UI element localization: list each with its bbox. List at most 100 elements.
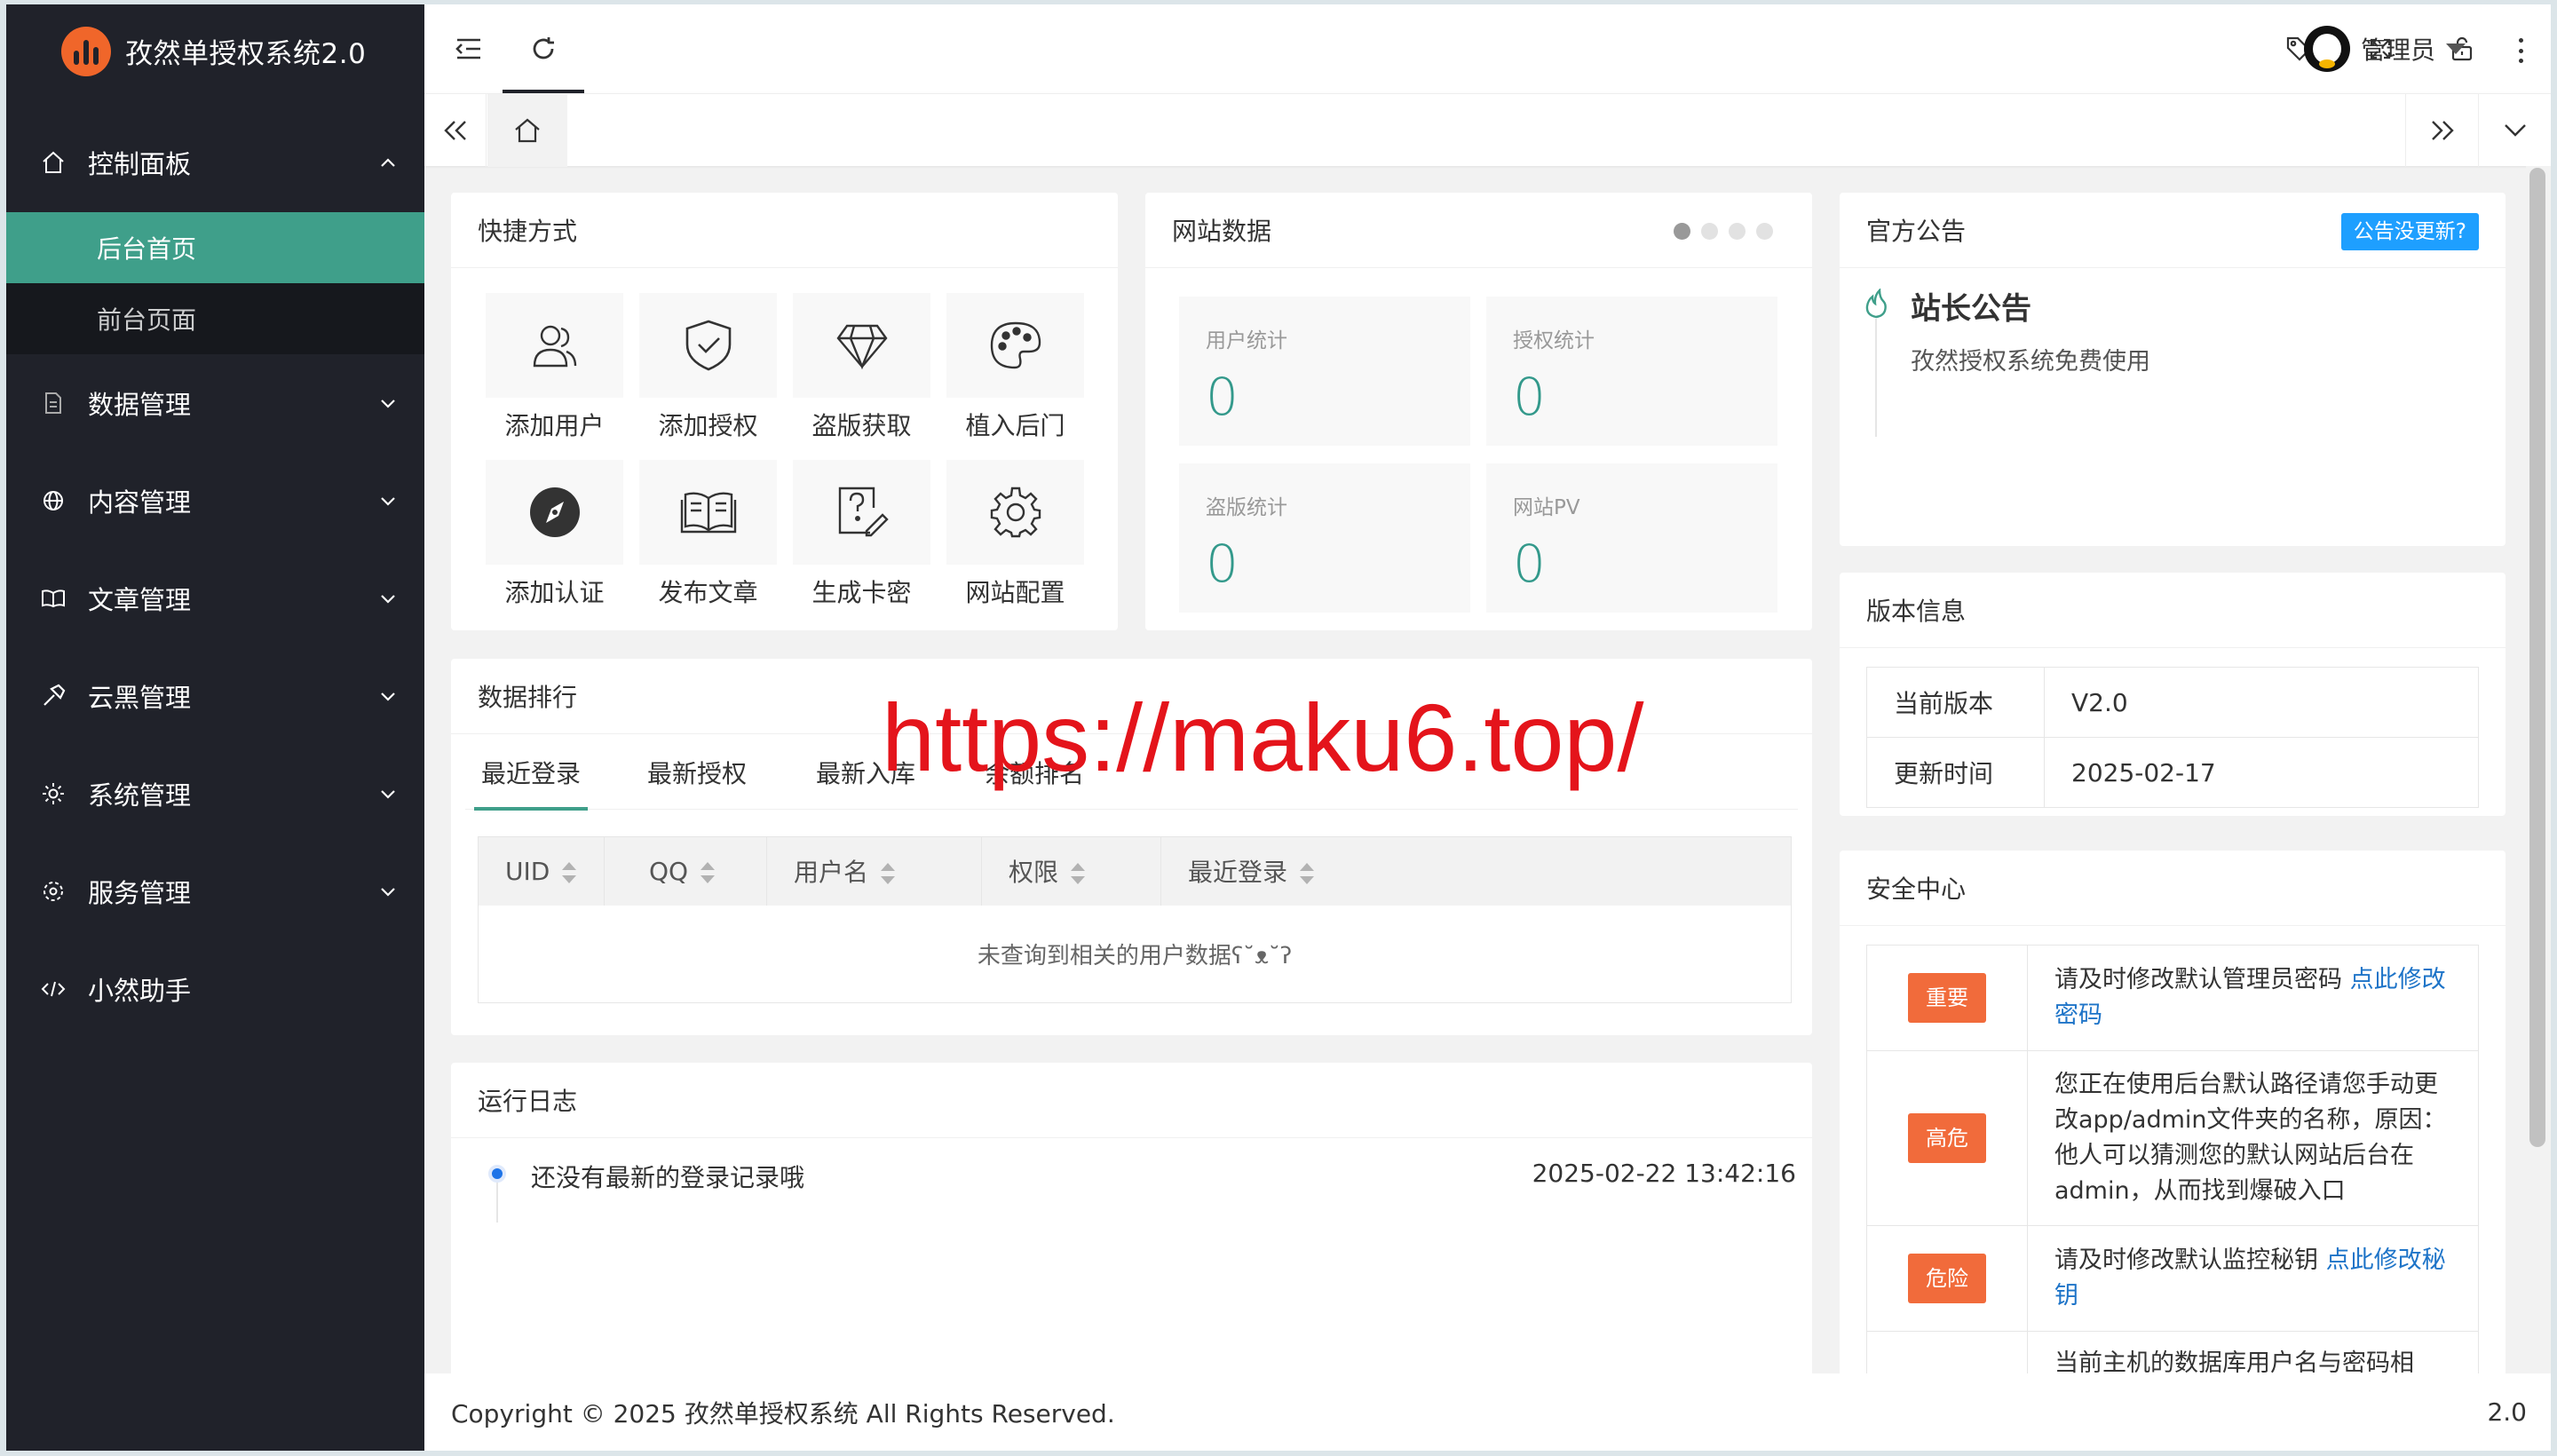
status-badge: 高危: [1908, 1113, 1986, 1163]
carousel-indicators[interactable]: [1674, 223, 1773, 240]
caret-down-icon: [2446, 44, 2466, 54]
column-header-permission[interactable]: 权限: [981, 836, 1161, 906]
chevron-up-icon: [381, 158, 395, 167]
main-scrollbar[interactable]: [2526, 166, 2551, 1373]
table-row: 重要 请及时修改默认管理员密码 点此修改密码: [1866, 945, 2479, 1051]
status-badge: 重要: [1908, 973, 1986, 1023]
sort-icon[interactable]: [881, 862, 896, 885]
shield-check-icon: [685, 320, 731, 371]
card-title: 运行日志: [451, 1063, 1812, 1138]
shortcut-site-config[interactable]: 网站配置: [946, 460, 1084, 609]
hammer-icon: [40, 683, 67, 709]
empty-row: 未查询到相关的用户数据ʕ˘ᴥ˘ʔ: [479, 906, 1792, 1003]
refresh-button[interactable]: [503, 4, 584, 93]
sidebar-item-label: 云黑管理: [88, 683, 192, 713]
watermark-text: https://maku6.top/: [882, 684, 1644, 791]
scrollbar-thumb[interactable]: [2529, 168, 2545, 1147]
chevron-down-icon: [381, 888, 395, 897]
footer: Copyright © 2025 孜然单授权系统 All Rights Rese…: [424, 1373, 2551, 1451]
ranking-table: UID QQ 用户名 权限 最近登录 未查询到相关的用户数据ʕ˘ᴥ˘ʔ: [478, 836, 1792, 1003]
chevron-down-icon: [381, 790, 395, 799]
card-title: 快捷方式: [451, 193, 1118, 268]
sidebar-item-assistant[interactable]: 小然助手: [6, 940, 424, 1038]
tab-home[interactable]: [487, 94, 567, 167]
user-menu[interactable]: 管理员: [2303, 4, 2466, 93]
status-badge: 危险: [1908, 1254, 1986, 1303]
timeline-line: [1875, 313, 1877, 437]
table-row: 危险 请及时修改默认监控秘钥 点此修改秘钥: [1866, 1225, 2479, 1332]
stat-pv: 网站PV 0: [1486, 463, 1777, 613]
sidebar-item-service[interactable]: 服务管理: [6, 843, 424, 940]
log-entry-time: 2025-02-22 13:42:16: [1532, 1159, 1796, 1188]
sidebar-subitem-frontend[interactable]: 前台页面: [6, 283, 424, 354]
chevron-down-icon: [381, 400, 395, 408]
question-edit-icon: [838, 487, 889, 537]
empty-message: 未查询到相关的用户数据ʕ˘ᴥ˘ʔ: [977, 942, 1293, 969]
sidebar-item-content[interactable]: 内容管理: [6, 452, 424, 550]
sidebar-item-label: 控制面板: [88, 149, 192, 179]
footer-version: 2.0: [2487, 1397, 2527, 1427]
logo-icon: [61, 26, 111, 76]
book-icon: [40, 585, 67, 612]
tab-recent-login[interactable]: 最近登录: [474, 734, 589, 811]
shortcut-publish-article[interactable]: 发布文章: [639, 460, 777, 609]
compass-icon: [529, 487, 580, 537]
security-card: 安全中心 重要 请及时修改默认管理员密码 点此修改密码 高危 您正在使用后台默认…: [1840, 851, 2506, 1373]
shortcut-add-user[interactable]: 添加用户: [486, 293, 623, 442]
gear-icon: [990, 487, 1041, 538]
users-icon: [533, 325, 576, 368]
chevron-down-icon: [381, 595, 395, 604]
refresh-icon: [533, 37, 554, 59]
shortcut-add-auth[interactable]: 添加授权: [639, 293, 777, 442]
shortcut-gen-card[interactable]: 生成卡密: [793, 460, 930, 609]
sidebar-item-cloud-black[interactable]: 云黑管理: [6, 647, 424, 745]
card-title: 安全中心: [1840, 851, 2506, 926]
security-table: 重要 请及时修改默认管理员密码 点此修改密码 高危 您正在使用后台默认路径请您手…: [1866, 945, 2479, 1373]
notice-heading: 站长公告: [1911, 291, 2031, 327]
table-header-row: UID QQ 用户名 权限 最近登录: [478, 836, 1792, 906]
sort-icon[interactable]: [562, 861, 577, 884]
column-header-last-login[interactable]: 最近登录: [1160, 836, 1792, 906]
collapse-sidebar-button[interactable]: [442, 4, 495, 93]
table-row: 当前主机的数据库用户名与密码相: [1866, 1331, 2479, 1373]
tab-new-auth[interactable]: 最新授权: [647, 734, 747, 810]
sidebar-item-articles[interactable]: 文章管理: [6, 550, 424, 647]
sidebar-item-dashboard[interactable]: 控制面板: [6, 113, 424, 212]
shortcut-backdoor[interactable]: 植入后门: [946, 293, 1084, 442]
code-icon: [40, 976, 67, 1002]
sidebar-item-label: 小然助手: [88, 976, 192, 1006]
sidebar-item-system[interactable]: 系统管理: [6, 745, 424, 843]
gear-icon: [40, 780, 67, 807]
sort-icon[interactable]: [701, 861, 716, 884]
shortcut-add-cert[interactable]: 添加认证: [486, 460, 623, 609]
column-header-username[interactable]: 用户名: [766, 836, 982, 906]
sidebar-item-data[interactable]: 数据管理: [6, 354, 424, 452]
logo[interactable]: 孜然单授权系统2.0: [6, 4, 424, 98]
sort-icon[interactable]: [1300, 862, 1315, 885]
shortcut-piracy[interactable]: 盗版获取: [793, 293, 930, 442]
more-menu-button[interactable]: [2517, 38, 2524, 63]
avatar: [2303, 26, 2350, 72]
top-header: [424, 4, 2551, 93]
sidebar-item-label: 服务管理: [88, 878, 192, 908]
column-header-uid[interactable]: UID: [478, 836, 605, 906]
home-icon: [40, 149, 67, 176]
tabs-dropdown-button[interactable]: [2478, 94, 2551, 167]
sidebar-subitem-admin-home[interactable]: 后台首页: [6, 212, 424, 283]
column-header-qq[interactable]: QQ: [604, 836, 767, 906]
copyright-text: Copyright © 2025 孜然单授权系统 All Rights Rese…: [451, 1398, 1115, 1428]
sidebar-item-label: 数据管理: [88, 390, 192, 420]
globe-icon: [40, 487, 67, 514]
diamond-icon: [835, 324, 888, 370]
sidebar-item-label: 系统管理: [88, 780, 192, 811]
notice-update-button[interactable]: 公告没更新?: [2340, 213, 2479, 250]
shortcuts-card: 快捷方式 添加用户 添加授权 盗版获取 植入后门 添加认证 发布文章 生成卡密 …: [451, 193, 1118, 630]
sort-icon[interactable]: [1071, 862, 1086, 885]
sidebar-submenu: 后台首页 前台页面: [6, 212, 424, 354]
page-tabs-bar: [424, 93, 2551, 167]
tabs-scroll-left-button[interactable]: [424, 94, 487, 167]
tabs-scroll-right-button[interactable]: [2405, 94, 2478, 167]
chevron-down-icon: [381, 497, 395, 506]
app-title: 孜然单授权系统2.0: [125, 38, 367, 70]
palette-icon: [990, 321, 1041, 369]
